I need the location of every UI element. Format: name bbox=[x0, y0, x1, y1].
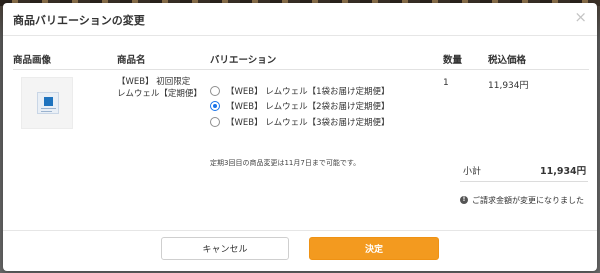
header-product-image: 商品画像 bbox=[13, 55, 52, 66]
confirm-button[interactable]: 決定 bbox=[309, 237, 439, 260]
header-product-name: 商品名 bbox=[117, 55, 146, 66]
product-name-line-1: 【WEB】 初回限定 bbox=[117, 77, 191, 87]
variation-option-1[interactable]: 【WEB】 レムウェル【1袋お届け定期便】 bbox=[210, 85, 390, 97]
product-name-line-2: レムウェル【定期便】 bbox=[117, 89, 202, 99]
variation-radio-2[interactable] bbox=[210, 101, 220, 111]
modal-title: 商品バリエーションの変更 bbox=[13, 14, 145, 27]
cancel-button[interactable]: キャンセル bbox=[161, 237, 289, 260]
close-icon[interactable]: × bbox=[574, 10, 587, 25]
price-value: 11,934円 bbox=[488, 81, 529, 91]
header-quantity: 数量 bbox=[443, 55, 463, 66]
variation-option-2[interactable]: 【WEB】 レムウェル【2袋お届け定期便】 bbox=[210, 100, 390, 112]
amount-changed-text: ご請求金額が変更になりました bbox=[472, 196, 584, 205]
info-icon: ! bbox=[460, 196, 468, 204]
header-variation: バリエーション bbox=[210, 55, 277, 66]
product-thumbnail bbox=[21, 77, 73, 129]
header-price: 税込価格 bbox=[488, 55, 527, 66]
variation-option-3[interactable]: 【WEB】 レムウェル【3袋お届け定期便】 bbox=[210, 116, 390, 128]
variation-radio-3[interactable] bbox=[210, 117, 220, 127]
amount-changed-notice: ! ご請求金額が変更になりました bbox=[460, 195, 592, 206]
variation-label-2: 【WEB】 レムウェル【2袋お届け定期便】 bbox=[226, 102, 390, 112]
change-variation-modal: 商品バリエーションの変更 × 商品画像 商品名 バリエーション 数量 税込価格 … bbox=[3, 3, 597, 271]
product-name: 【WEB】 初回限定 レムウェル【定期便】 bbox=[117, 76, 202, 100]
variation-label-3: 【WEB】 レムウェル【3袋お届け定期便】 bbox=[226, 118, 390, 128]
footer-divider bbox=[3, 230, 597, 231]
subtotal-divider bbox=[460, 181, 588, 182]
product-logo-mark bbox=[44, 97, 53, 106]
product-package-image bbox=[37, 92, 59, 114]
variation-radio-1[interactable] bbox=[210, 86, 220, 96]
header-divider bbox=[13, 69, 589, 70]
variation-label-1: 【WEB】 レムウェル【1袋お届け定期便】 bbox=[226, 87, 390, 97]
quantity-value: 1 bbox=[443, 78, 449, 88]
modal-header: 商品バリエーションの変更 × bbox=[3, 3, 597, 36]
subtotal-value: 11,934円 bbox=[540, 166, 587, 177]
subtotal-label: 小計 bbox=[463, 167, 482, 177]
change-deadline-note: 定期3回目の商品変更は11月7日まで可能です。 bbox=[210, 159, 361, 167]
